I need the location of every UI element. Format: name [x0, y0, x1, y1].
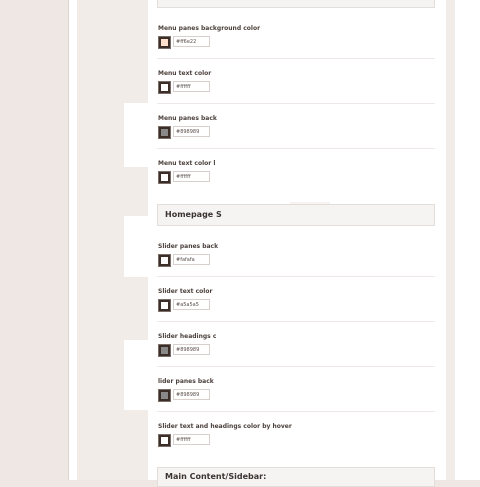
- field-label: Menu text color: [158, 70, 212, 77]
- page-background: [0, 0, 68, 480]
- color-swatch-inner: [161, 302, 168, 309]
- artifact-block: [124, 216, 148, 277]
- right-margin: [455, 0, 480, 480]
- section-bar-top: [157, 0, 435, 8]
- color-swatch[interactable]: [158, 344, 171, 357]
- color-swatch[interactable]: [158, 389, 171, 402]
- divider: [157, 148, 435, 149]
- section-bar-main-content: Main Content/Sidebar:: [157, 467, 435, 487]
- divider: [157, 366, 435, 367]
- hex-input[interactable]: #898989: [173, 344, 210, 355]
- color-swatch[interactable]: [158, 434, 171, 447]
- field-label: Menu text color l: [158, 160, 216, 167]
- color-swatch-inner: [161, 347, 168, 354]
- divider: [157, 276, 435, 277]
- hex-input[interactable]: #898989: [173, 126, 210, 137]
- divider: [157, 103, 435, 104]
- hex-input[interactable]: #fafafa: [173, 254, 210, 265]
- color-swatch-inner: [161, 437, 168, 444]
- color-swatch[interactable]: [158, 171, 171, 184]
- color-swatch-inner: [161, 129, 168, 136]
- color-swatch-inner: [161, 84, 168, 91]
- color-swatch-inner: [161, 39, 168, 46]
- hex-input[interactable]: #ffffff: [173, 171, 210, 182]
- color-swatch[interactable]: [158, 254, 171, 267]
- color-swatch[interactable]: [158, 81, 171, 94]
- divider: [157, 411, 435, 412]
- color-swatch[interactable]: [158, 36, 171, 49]
- field-label: Menu panes background color: [158, 25, 261, 32]
- artifact-block: [212, 10, 446, 480]
- field-label: Slider text and headings color by hover: [158, 423, 292, 430]
- hex-input[interactable]: #ffffff: [173, 434, 210, 445]
- hex-input[interactable]: #ffffff: [173, 81, 210, 92]
- color-swatch-inner: [161, 257, 168, 264]
- divider: [157, 58, 435, 59]
- section-bar-homepage-slider: Homepage S: [157, 204, 435, 226]
- artifact-block: [124, 103, 148, 167]
- color-swatch-inner: [161, 392, 168, 399]
- section-title: Homepage S: [165, 210, 222, 219]
- field-label: Slider text color: [158, 288, 213, 295]
- artifact-block: [124, 340, 148, 410]
- hex-input[interactable]: #ff6e22: [173, 36, 210, 47]
- left-strip: [69, 0, 77, 480]
- field-label: Menu panes back: [158, 115, 217, 122]
- field-label: Slider headings c: [158, 333, 217, 340]
- field-label: Slider panes back: [158, 243, 219, 250]
- field-label: lider panes back: [158, 378, 214, 385]
- color-swatch-inner: [161, 174, 168, 181]
- hex-input[interactable]: #898989: [173, 389, 210, 400]
- hex-input[interactable]: #a5a5a5: [173, 299, 210, 310]
- divider: [157, 321, 435, 322]
- color-swatch[interactable]: [158, 299, 171, 312]
- color-swatch[interactable]: [158, 126, 171, 139]
